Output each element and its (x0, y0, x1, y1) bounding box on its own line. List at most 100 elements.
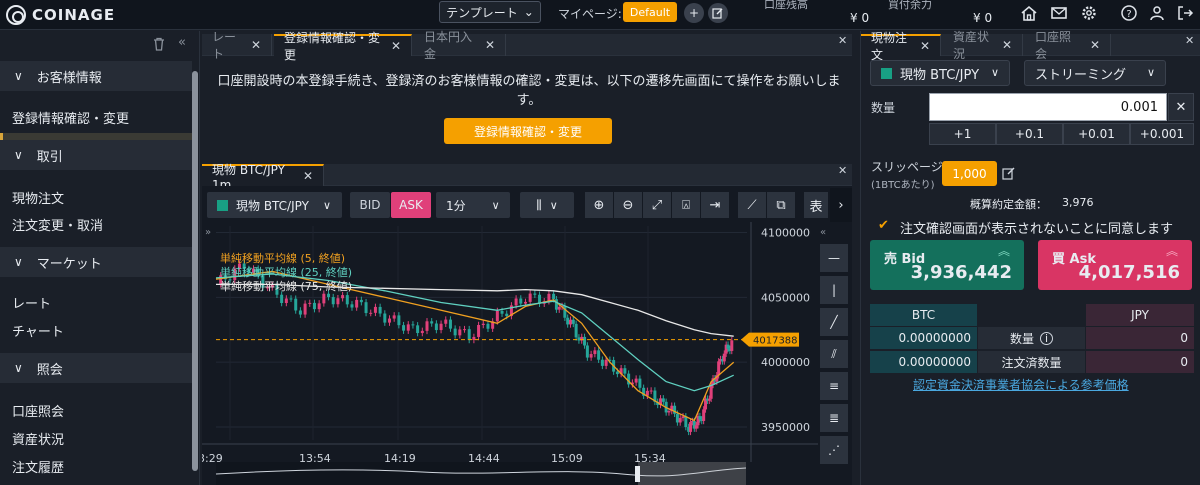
close-icon[interactable]: ✕ (1002, 38, 1012, 52)
slippage-input[interactable]: 1,000 (942, 161, 997, 186)
edit-layout-button[interactable] (708, 3, 728, 23)
zoom-in-button[interactable]: ⊕ (585, 192, 613, 218)
candle-body (571, 319, 575, 324)
close-icon[interactable]: ✕ (1090, 38, 1100, 52)
compare-icon: ⧉ (776, 197, 786, 213)
step-plus-0-001[interactable]: +0.001 (1130, 123, 1194, 145)
sidebar-item-chart[interactable]: チャート (12, 321, 64, 340)
add-layout-button[interactable]: + (684, 3, 704, 23)
close-icon[interactable]: ✕ (485, 38, 495, 52)
fit-button[interactable]: ⤢ (643, 192, 671, 218)
sidebar-item-rate[interactable]: レート (12, 293, 51, 312)
chart-type-dropdown[interactable]: ⫼ ∨ (520, 192, 574, 218)
sidebar-scrollbar[interactable] (192, 71, 198, 471)
collapse-sidebar-icon[interactable]: « (178, 35, 186, 50)
interval-dropdown[interactable]: 1分 ∨ (436, 192, 510, 218)
step-plus-0-1[interactable]: +0.1 (996, 123, 1063, 145)
scroll-latest-button[interactable]: ⇥ (701, 192, 729, 218)
user-button[interactable] (1146, 2, 1168, 24)
compare-button[interactable]: ⧉ (767, 192, 795, 218)
tab-jpy-deposit[interactable]: 日本円入金 ✕ (414, 30, 506, 61)
clear-qty-button[interactable]: ✕ (1168, 93, 1194, 121)
mypage-default-button[interactable]: Default (623, 2, 677, 22)
registration-button[interactable]: 登録情報確認・変更 (444, 118, 612, 144)
trash-button[interactable] (152, 37, 166, 55)
home-button[interactable] (1018, 2, 1040, 24)
sidebar-section-inquiry[interactable]: ∨ 照会 (0, 353, 192, 383)
close-pane-icon[interactable]: ✕ (1185, 34, 1194, 47)
close-icon[interactable]: ✕ (920, 39, 930, 53)
sidebar-item-assets[interactable]: 資産状況 (12, 429, 64, 448)
order-pair-dropdown[interactable]: 現物 BTC/JPY ∨ (870, 60, 1010, 86)
qty-input[interactable]: 0.001 (929, 93, 1167, 121)
tab-registration[interactable]: 登録情報確認・変更 ✕ (274, 31, 412, 62)
candle-body (355, 299, 359, 308)
tab-spot-order[interactable]: 現物注文 ✕ (861, 31, 941, 62)
draw-gann-tool[interactable]: ≣ (820, 404, 848, 432)
add-indicator-button[interactable]: ⟋ (738, 192, 766, 218)
navigator-handle (635, 466, 640, 482)
order-mode-dropdown[interactable]: ストリーミング ∨ (1024, 60, 1166, 86)
buy-ask-button[interactable]: 買 Ask 4,017,516 ︽ (1038, 240, 1192, 290)
brand-logo[interactable]: COINAGE (6, 5, 115, 25)
row2-btc: 0.00000000 (870, 351, 977, 373)
sidebar-item-account[interactable]: 口座照会 (12, 401, 64, 420)
zoom-out-button[interactable]: ⊖ (614, 192, 642, 218)
row1-label-cell: 数量 i (978, 327, 1085, 349)
close-pane-icon[interactable]: ✕ (838, 34, 847, 47)
close-icon[interactable]: ✕ (251, 38, 261, 52)
agree-checkbox[interactable]: ✔ (878, 218, 889, 233)
close-icon[interactable]: ✕ (391, 39, 401, 53)
row1-label: 数量 (1009, 331, 1034, 346)
tab-label: レート (212, 30, 237, 61)
draw-hline-tool[interactable]: — (820, 244, 848, 272)
sidebar-section-market[interactable]: ∨ マーケット (0, 247, 192, 277)
tab-assets[interactable]: 資産状況 ✕ (943, 30, 1023, 61)
sidebar-item-spot-order[interactable]: 現物注文 (12, 188, 64, 207)
table-button[interactable]: 表 (804, 192, 828, 218)
close-icon[interactable]: ✕ (303, 169, 313, 183)
ask-toggle[interactable]: ASK (391, 192, 431, 218)
agree-label: 注文確認画面が表示されないことに同意します (900, 222, 1174, 237)
magnet-button[interactable]: ⍓ (672, 192, 700, 218)
draw-fan-tool[interactable]: ⋰ (820, 436, 848, 464)
center-tabbar: レート ✕ 登録情報確認・変更 ✕ 日本円入金 ✕ ✕ (202, 30, 852, 62)
sidebar-item-order-history[interactable]: 注文履歴 (12, 457, 64, 476)
draw-vline-tool[interactable]: | (820, 276, 848, 304)
step-plus-1[interactable]: +1 (929, 123, 996, 145)
price-chart[interactable]: 41000004050000400000039500003:2913:5414:… (202, 222, 818, 485)
draw-channel-tool[interactable]: ⫽ (820, 340, 848, 368)
tab-account[interactable]: 口座照会 ✕ (1025, 30, 1111, 61)
candle-body (350, 304, 354, 308)
help-button[interactable]: ? (1118, 2, 1140, 24)
y-tick-label: 3950000 (761, 421, 810, 434)
sidebar-item-order-modify[interactable]: 注文変更・取消 (12, 215, 103, 234)
sidebar-section-customer[interactable]: ∨ お客様情報 (0, 61, 192, 91)
step-plus-0-01[interactable]: +0.01 (1063, 123, 1130, 145)
sidebar-item-registration[interactable]: 登録情報確認・変更 (12, 108, 129, 127)
sidebar-section-trade[interactable]: ∨ 取引 (0, 140, 192, 170)
tab-chart[interactable]: 現物 BTC/JPY 1m ✕ (202, 163, 324, 192)
collapse-tools-icon[interactable]: « (820, 227, 826, 238)
mail-button[interactable] (1048, 2, 1070, 24)
candle-body (467, 329, 471, 340)
draw-trendline-tool[interactable]: ╱ (820, 308, 848, 336)
toolbar-next-icon[interactable]: › (830, 188, 852, 222)
chart-pair-dropdown[interactable]: 現物 BTC/JPY ∨ (207, 192, 342, 218)
tab-rate[interactable]: レート ✕ (202, 30, 272, 61)
template-dropdown[interactable]: テンプレート ⌄ (439, 1, 541, 23)
slippage-label: スリッページ (871, 160, 943, 174)
bid-toggle[interactable]: BID (350, 192, 390, 218)
draw-fib-tool[interactable]: ≡ (820, 372, 848, 400)
candle-body (280, 294, 284, 304)
buy-price: 4,017,516 (1078, 262, 1180, 283)
info-icon[interactable]: i (1040, 331, 1053, 345)
reference-price-link[interactable]: 認定資金決済事業者協会による参考価格 (913, 376, 1129, 393)
edit-slippage-button[interactable] (1002, 166, 1016, 184)
tab-label: 現物注文 (871, 31, 908, 62)
settings-button[interactable] (1078, 2, 1100, 24)
candle-body (623, 368, 627, 374)
close-pane-icon[interactable]: ✕ (838, 164, 847, 177)
logout-button[interactable] (1174, 2, 1196, 24)
sell-bid-button[interactable]: 売 Bid 3,936,442 ︽ (870, 240, 1024, 290)
